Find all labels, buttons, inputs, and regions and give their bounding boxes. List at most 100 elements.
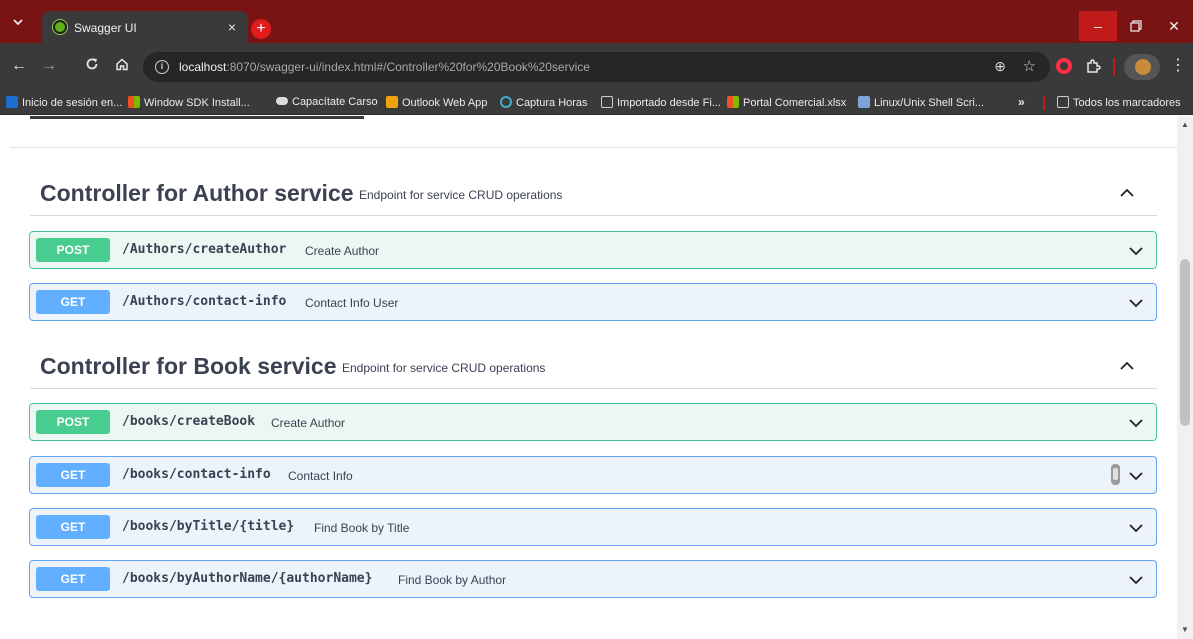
section-title: Controller for Author service <box>40 180 354 206</box>
vertical-scrollbar[interactable]: ▲ ▼ <box>1177 116 1193 639</box>
bookmark-label: Linux/Unix Shell Scri... <box>874 97 985 109</box>
all-bookmarks-item[interactable]: Todos los marcadores <box>1057 96 1181 109</box>
profile-avatar[interactable] <box>1124 54 1160 80</box>
browser-titlebar: Swagger UI × + – ✕ <box>0 0 1193 44</box>
bookmarks-overflow-button[interactable]: » <box>1018 95 1025 109</box>
operation-path: /books/byTitle/{title} <box>122 519 295 534</box>
windows-icon <box>128 96 140 108</box>
bookmarks-separator <box>1043 96 1045 110</box>
swagger-favicon-icon <box>53 20 67 34</box>
operation-summary: Find Book by Title <box>314 521 410 535</box>
url-host: localhost <box>179 60 227 74</box>
bookmark-label: Window SDK Install... <box>144 97 250 109</box>
swagger-page: Controller for Author service Endpoint f… <box>0 116 1177 639</box>
browser-tab[interactable]: Swagger UI × <box>42 11 248 44</box>
method-badge: POST <box>36 410 110 434</box>
chevron-up-icon[interactable] <box>1119 358 1135 374</box>
bookmark-label: Inicio de sesión en... <box>22 97 123 109</box>
address-bar[interactable]: i localhost:8070/swagger-ui/index.html#/… <box>143 52 1050 82</box>
browser-toolbar: ← → i localhost:8070/swagger-ui/index.ht… <box>0 43 1193 91</box>
windows-icon <box>727 96 739 108</box>
operation-path: /books/byAuthorName/{authorName} <box>122 571 373 586</box>
operation-summary: Contact Info <box>288 469 353 483</box>
document-icon <box>858 96 870 108</box>
new-tab-button[interactable]: + <box>251 19 271 39</box>
bookmark-star-icon[interactable]: ☆ <box>1023 57 1036 75</box>
bookmark-label: Importado desde Fi... <box>617 97 721 109</box>
operation-path: /Authors/createAuthor <box>122 242 287 257</box>
opera-extension-icon[interactable] <box>1056 58 1072 74</box>
cloud-icon <box>276 97 288 105</box>
zoom-icon[interactable]: ⊕ <box>994 58 1006 75</box>
top-strip <box>30 116 364 119</box>
section-title: Controller for Book service <box>40 353 337 379</box>
operation-path: /books/createBook <box>122 414 256 429</box>
operation-row[interactable]: GET /Authors/contact-info Contact Info U… <box>29 283 1157 321</box>
folder-icon <box>601 96 613 108</box>
scroll-down-arrow-icon[interactable]: ▼ <box>1181 625 1189 634</box>
operation-path: /books/contact-info <box>122 467 271 482</box>
chevron-down-icon[interactable] <box>1128 243 1144 259</box>
url-path: :8070/swagger-ui/index.html#/Controller%… <box>226 60 590 74</box>
chevron-down-icon[interactable] <box>1128 520 1144 536</box>
restore-button[interactable] <box>1117 11 1155 41</box>
operation-row[interactable]: GET /books/contact-info Contact Info <box>29 456 1157 494</box>
method-badge: GET <box>36 515 110 539</box>
operation-row[interactable]: GET /books/byTitle/{title} Find Book by … <box>29 508 1157 546</box>
close-tab-icon[interactable]: × <box>228 19 236 35</box>
chevron-down-icon[interactable] <box>1128 468 1144 484</box>
all-bookmarks-label: Todos los marcadores <box>1073 97 1181 109</box>
bookmark-item[interactable]: Inicio de sesión en... <box>6 96 122 109</box>
tab-search-chevron-icon[interactable] <box>12 16 24 28</box>
divider <box>10 147 1177 148</box>
bookmark-item[interactable]: Captura Horas <box>500 96 588 109</box>
chevron-down-icon[interactable] <box>1128 415 1144 431</box>
operation-row[interactable]: GET /books/byAuthorName/{authorName} Fin… <box>29 560 1157 598</box>
bookmark-label: Outlook Web App <box>402 97 488 109</box>
minimize-button[interactable]: – <box>1079 11 1117 41</box>
more-menu-icon[interactable]: ⋮ <box>1170 55 1186 75</box>
scrollbar-thumb[interactable] <box>1180 259 1190 426</box>
section-description: Endpoint for service CRUD operations <box>359 188 563 202</box>
method-badge: GET <box>36 290 110 314</box>
chevron-up-icon[interactable] <box>1119 185 1135 201</box>
toolbar-separator <box>1113 58 1115 76</box>
operation-summary: Create Author <box>271 416 346 430</box>
bookmark-item[interactable]: Outlook Web App <box>386 96 487 109</box>
operation-path: /Authors/contact-info <box>122 294 287 309</box>
operation-summary: Create Author <box>305 244 380 258</box>
bookmark-item[interactable]: Capacítate Carso <box>276 96 378 108</box>
lock-icon[interactable] <box>1111 464 1120 485</box>
section-header-author[interactable]: Controller for Author service Endpoint f… <box>30 171 1157 216</box>
method-badge: GET <box>36 463 110 487</box>
operation-row[interactable]: POST /Authors/createAuthor Create Author <box>29 231 1157 269</box>
extensions-puzzle-icon[interactable] <box>1085 56 1105 76</box>
back-arrow-icon[interactable]: ← <box>10 57 28 75</box>
home-icon[interactable] <box>113 57 131 75</box>
bookmarks-bar: Inicio de sesión en... Window SDK Instal… <box>0 91 1193 115</box>
bookmark-item[interactable]: Linux/Unix Shell Scri... <box>858 96 984 109</box>
bookmark-item[interactable]: Window SDK Install... <box>128 96 250 109</box>
scroll-up-arrow-icon[interactable]: ▲ <box>1181 120 1189 129</box>
folder-icon <box>1057 96 1069 108</box>
url-text: localhost:8070/swagger-ui/index.html#/Co… <box>179 60 590 74</box>
operation-summary: Contact Info User <box>305 296 399 310</box>
tab-title: Swagger UI <box>74 21 137 35</box>
operation-summary: Find Book by Author <box>398 573 507 587</box>
clock-icon <box>500 96 512 108</box>
close-window-button[interactable]: ✕ <box>1155 11 1193 41</box>
bookmark-item[interactable]: Importado desde Fi... <box>601 96 721 109</box>
reload-icon[interactable] <box>83 57 101 75</box>
z-logo-icon <box>6 96 18 108</box>
bookmark-label: Portal Comercial.xlsx <box>743 97 847 109</box>
bookmark-label: Capacítate Carso <box>292 96 378 108</box>
forward-arrow-icon[interactable]: → <box>40 57 58 75</box>
site-info-icon[interactable]: i <box>155 60 169 74</box>
outlook-icon <box>386 96 398 108</box>
section-header-book[interactable]: Controller for Book service Endpoint for… <box>30 344 1157 389</box>
operation-row[interactable]: POST /books/createBook Create Author <box>29 403 1157 441</box>
bookmark-item[interactable]: Portal Comercial.xlsx <box>727 96 846 109</box>
chevron-down-icon[interactable] <box>1128 572 1144 588</box>
section-description: Endpoint for service CRUD operations <box>342 361 546 375</box>
chevron-down-icon[interactable] <box>1128 295 1144 311</box>
